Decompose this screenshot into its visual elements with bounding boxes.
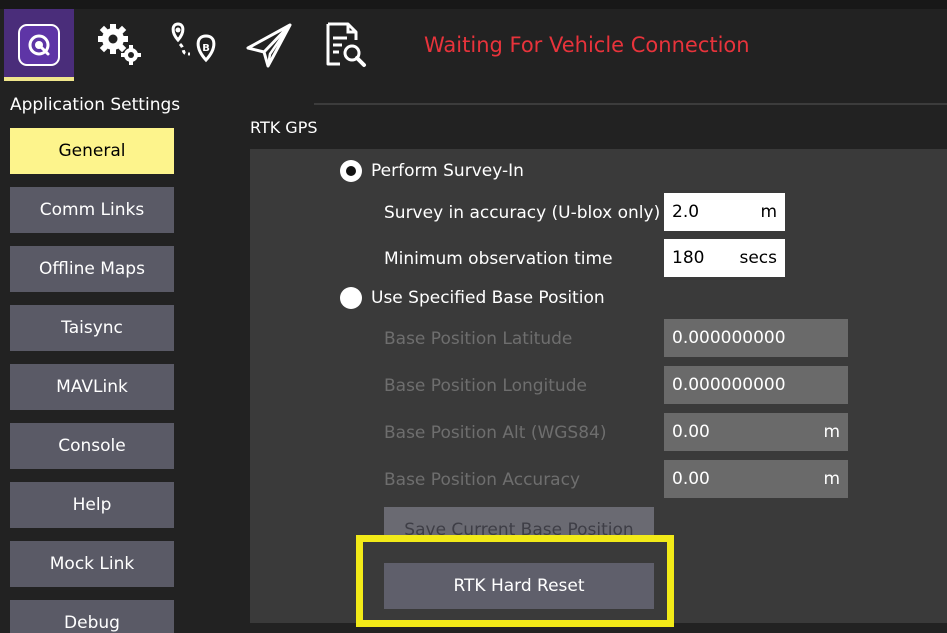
base-longitude-value: 0.000000000 <box>672 375 786 395</box>
sidebar-item-console[interactable]: Console <box>10 423 174 469</box>
base-latitude-label: Base Position Latitude <box>384 329 573 349</box>
base-accuracy-unit: m <box>823 469 840 489</box>
min-observation-input[interactable]: 180 secs <box>664 239 785 277</box>
base-altitude-label: Base Position Alt (WGS84) <box>384 423 607 443</box>
base-altitude-value: 0.00 <box>672 422 710 442</box>
survey-accuracy-input[interactable]: 2.0 m <box>664 193 785 231</box>
sidebar-title: Application Settings <box>10 95 181 115</box>
base-latitude-input: 0.000000000 <box>664 319 848 357</box>
survey-in-radio[interactable] <box>340 160 362 182</box>
base-accuracy-label: Base Position Accuracy <box>384 470 581 490</box>
sidebar-item-general[interactable]: General <box>10 128 174 174</box>
base-altitude-input: 0.00 m <box>664 413 848 451</box>
svg-text:B: B <box>202 43 210 54</box>
title-strip <box>0 0 947 9</box>
base-accuracy-value: 0.00 <box>672 469 710 489</box>
specified-base-option[interactable]: Use Specified Base Position <box>340 287 605 309</box>
app-logo-icon <box>18 24 60 66</box>
highlight-annotation <box>356 535 674 627</box>
specified-base-label: Use Specified Base Position <box>371 288 605 308</box>
base-latitude-value: 0.000000000 <box>672 328 786 348</box>
top-toolbar: B Waiting For Vehicle Connection <box>0 0 947 81</box>
base-accuracy-input: 0.00 m <box>664 460 848 498</box>
app-settings-button[interactable] <box>4 9 74 81</box>
sidebar-item-taisync[interactable]: Taisync <box>10 305 174 351</box>
fly-view-button[interactable] <box>234 9 304 81</box>
base-longitude-label: Base Position Longitude <box>384 376 587 396</box>
survey-in-option[interactable]: Perform Survey-In <box>340 160 524 182</box>
plan-view-button[interactable]: B <box>158 9 228 81</box>
sidebar-item-offline-maps[interactable]: Offline Maps <box>10 246 174 292</box>
section-title: RTK GPS <box>250 118 318 137</box>
document-search-icon <box>326 22 366 67</box>
radio-selected-dot <box>346 166 356 176</box>
sidebar-item-comm-links[interactable]: Comm Links <box>10 187 174 233</box>
min-observation-label: Minimum observation time <box>384 249 613 269</box>
survey-in-label: Perform Survey-In <box>371 161 524 181</box>
settings-sidebar: Application Settings General Comm Links … <box>0 81 182 633</box>
connection-status: Waiting For Vehicle Connection <box>424 33 750 57</box>
min-observation-unit: secs <box>739 248 777 268</box>
paper-plane-icon <box>246 23 292 68</box>
sidebar-item-help[interactable]: Help <box>10 482 174 528</box>
survey-accuracy-label: Survey in accuracy (U-blox only) <box>384 203 661 223</box>
base-altitude-unit: m <box>823 422 840 442</box>
min-observation-value: 180 <box>672 248 705 268</box>
survey-accuracy-unit: m <box>760 202 777 222</box>
base-longitude-input: 0.000000000 <box>664 366 848 404</box>
survey-accuracy-value: 2.0 <box>672 202 700 222</box>
analyze-view-button[interactable] <box>310 9 380 81</box>
gear-icon <box>98 24 141 65</box>
specified-base-radio[interactable] <box>340 287 362 309</box>
route-waypoint-icon: B <box>171 22 216 63</box>
sidebar-item-mavlink[interactable]: MAVLink <box>10 364 174 410</box>
sidebar-item-debug[interactable]: Debug <box>10 600 174 633</box>
vehicle-setup-button[interactable] <box>84 9 154 81</box>
section-divider <box>314 103 947 105</box>
sidebar-item-mock-link[interactable]: Mock Link <box>10 541 174 587</box>
